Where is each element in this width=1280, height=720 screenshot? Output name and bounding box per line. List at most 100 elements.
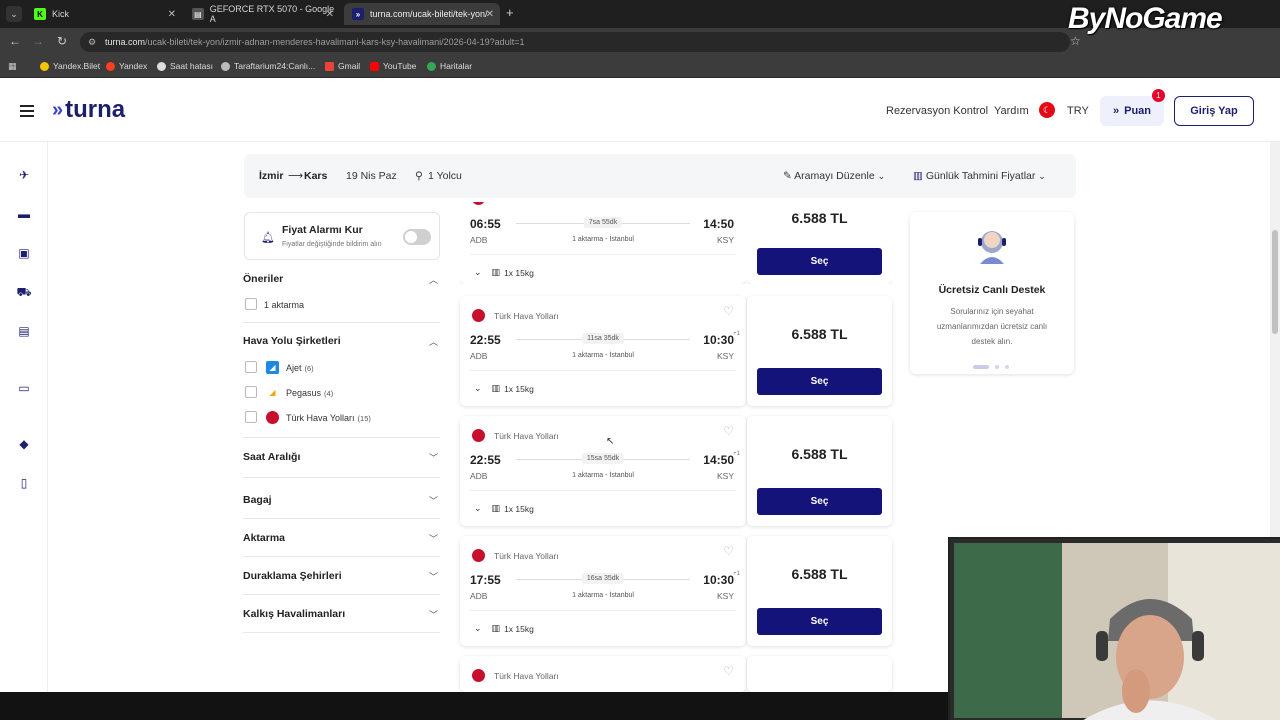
bed-icon[interactable]: ▬ [16,207,32,221]
airline-name: Türk Hava Yolları [286,413,355,423]
carousel-dot-active[interactable] [973,365,989,369]
tab-kick[interactable]: K Kick ✕ [26,3,182,25]
plane-icon[interactable]: ✈ [16,168,32,182]
airline-option-ajet[interactable]: Ajet (6) [286,363,314,373]
tab-turna[interactable]: » turna.com/ucak-bileti/tek-yon/ ✕ [344,3,500,25]
stops-info: 1 aktarma - İstanbul [572,236,634,243]
airline-checkbox-ajet[interactable] [245,361,257,373]
carousel-dots[interactable] [973,356,1015,374]
url-field[interactable]: ⚙ turna.com/ucak-bileti/tek-yon/izmir-ad… [80,32,1070,52]
forward-icon[interactable]: → [30,34,46,48]
bookmark-star-icon[interactable]: ☆ [1070,34,1081,48]
expand-chevron-icon[interactable]: ⌄ [474,383,482,394]
destination-city: Kars [304,170,328,182]
bookmark-taraftarium[interactable]: Taraftarium24:Canlı... [221,61,315,71]
double-chevron-icon: » [1112,105,1120,117]
daily-prices-button[interactable]: ▥ Günlük Tahmini Fiyatlar ⌄ [913,170,1046,182]
airlines-filter-header[interactable]: Hava Yolu Şirketleri ︿ [243,335,440,347]
back-icon[interactable]: ← [7,34,23,48]
flight-price: 6.588 TL [791,326,848,342]
layover-cities-filter[interactable]: Duraklama Şehirleri ﹀ [243,570,440,582]
close-tab-icon[interactable]: ✕ [326,9,334,20]
favorite-heart-icon[interactable]: ♡ [723,664,734,678]
flight-card[interactable]: Türk Hava Yolları ♡ [460,656,746,692]
bookmark-yandex[interactable]: Yandex [106,61,147,71]
carousel-dot[interactable] [1005,365,1009,369]
thy-logo-icon [472,309,485,322]
reservation-check-link[interactable]: Rezervasyon Kontrol [886,105,988,117]
card-divider [470,370,736,371]
time-range-filter[interactable]: Saat Aralığı ﹀ [243,451,440,463]
apps-icon[interactable]: ▦ [8,61,17,72]
bell-icon: 🔔︎ [261,232,275,244]
gmail-icon [325,61,334,71]
yandex-bilet-icon [40,61,49,71]
chevron-down-icon: ﹀ [428,610,438,620]
expand-chevron-icon[interactable]: ⌄ [474,623,482,634]
bookmark-label: Haritalar [440,61,473,71]
stops-info: 1 aktarma - İstanbul [572,592,634,599]
bookmark-gmail[interactable]: Gmail [325,61,360,71]
close-tab-icon[interactable]: ✕ [486,9,494,20]
airline-option-thy[interactable]: Türk Hava Yolları (15) [286,413,371,423]
tag-icon[interactable]: ◆ [16,437,32,451]
bookmark-haritalar[interactable]: Haritalar [427,61,472,71]
bus-icon[interactable]: ▣ [16,246,32,260]
close-tab-icon[interactable]: ✕ [168,9,176,20]
carousel-dot[interactable] [995,365,999,369]
turna-logo[interactable]: » turna [52,96,125,124]
select-flight-button[interactable]: Seç [757,608,882,635]
arrival-time: 14:50 +1 [703,451,740,467]
new-tab-button[interactable]: + [506,5,514,20]
favorite-heart-icon[interactable]: ♡ [723,544,734,558]
bookmark-yandex-bilet[interactable]: Yandex.Bilet [40,61,100,71]
login-button[interactable]: Giriş Yap [1174,96,1254,126]
live-support-card[interactable]: Ücretsiz Canlı Destek Sorularınız için s… [910,212,1074,374]
tab-google[interactable]: ▤ GEFORCE RTX 5070 - Google A ✕ [184,3,340,25]
suggestions-filter-header[interactable]: Öneriler ︿ [243,273,440,285]
site-info-icon[interactable]: ⚙ [88,32,96,52]
select-flight-button[interactable]: Seç [757,488,882,515]
arrival-time: 10:30 +1 [703,571,740,587]
airline-checkbox-pegasus[interactable] [245,386,257,398]
price-alarm-toggle[interactable] [403,229,431,245]
flight-card[interactable]: Türk Hava Yolları ♡ 17:55 16sa 35dk 10:3… [460,536,746,646]
expand-chevron-icon[interactable]: ⌄ [474,503,482,514]
flight-card[interactable]: Türk Hava Yolları ♡ 22:55 15sa 55dk 14:5… [460,416,746,526]
edit-search-button[interactable]: ✎ Aramayı Düzenle ⌄ [783,170,885,182]
baggage-filter[interactable]: Bagaj ﹀ [243,494,440,506]
favorite-heart-icon[interactable]: ♡ [723,304,734,318]
filter-divider [243,556,440,557]
bookmark-saat-hatasi[interactable]: Saat hatası [157,61,213,71]
currency-selector[interactable]: TRY [1067,105,1089,117]
google-icon [157,61,166,71]
luggage-icon: ▥ [491,383,501,393]
select-flight-button[interactable]: Seç [757,248,882,275]
scrollbar-thumb[interactable] [1272,230,1278,334]
car-icon[interactable]: ⛟ [16,285,32,299]
departure-airports-filter[interactable]: Kalkış Havalimanları ﹀ [243,608,440,620]
thy-logo-icon [266,411,279,424]
bookmark-youtube[interactable]: YouTube [370,61,416,71]
card-icon[interactable]: ▭ [16,381,32,395]
reload-icon[interactable]: ↻ [54,34,70,48]
turkey-flag-icon[interactable]: ☾ [1039,102,1055,118]
phone-icon[interactable]: ▯ [16,476,32,490]
suggestion-label: 1 aktarma [264,300,305,310]
suggestion-checkbox[interactable] [245,298,257,310]
airline-checkbox-thy[interactable] [245,411,257,423]
train-icon[interactable]: ▤ [16,324,32,338]
expand-chevron-icon[interactable]: ⌄ [474,267,482,278]
kick-favicon-icon: K [34,8,46,20]
transfer-filter[interactable]: Aktarma ﹀ [243,532,440,544]
select-flight-button[interactable]: Seç [757,368,882,395]
menu-icon[interactable] [20,105,34,120]
page-favicon-icon: ▤ [192,8,204,20]
site-header: » turna Rezervasyon Kontrol Yardım ☾ TRY… [0,80,1280,142]
tab-list-button[interactable]: ⌄ [6,6,22,22]
flight-card[interactable]: Türk Hava Yolları ♡ 22:55 11sa 35dk 10:3… [460,296,746,406]
favorite-heart-icon[interactable]: ♡ [723,424,734,438]
help-link[interactable]: Yardım [994,105,1029,117]
airline-option-pegasus[interactable]: Pegasus (4) [286,388,333,398]
chevron-down-icon: ﹀ [428,453,438,463]
